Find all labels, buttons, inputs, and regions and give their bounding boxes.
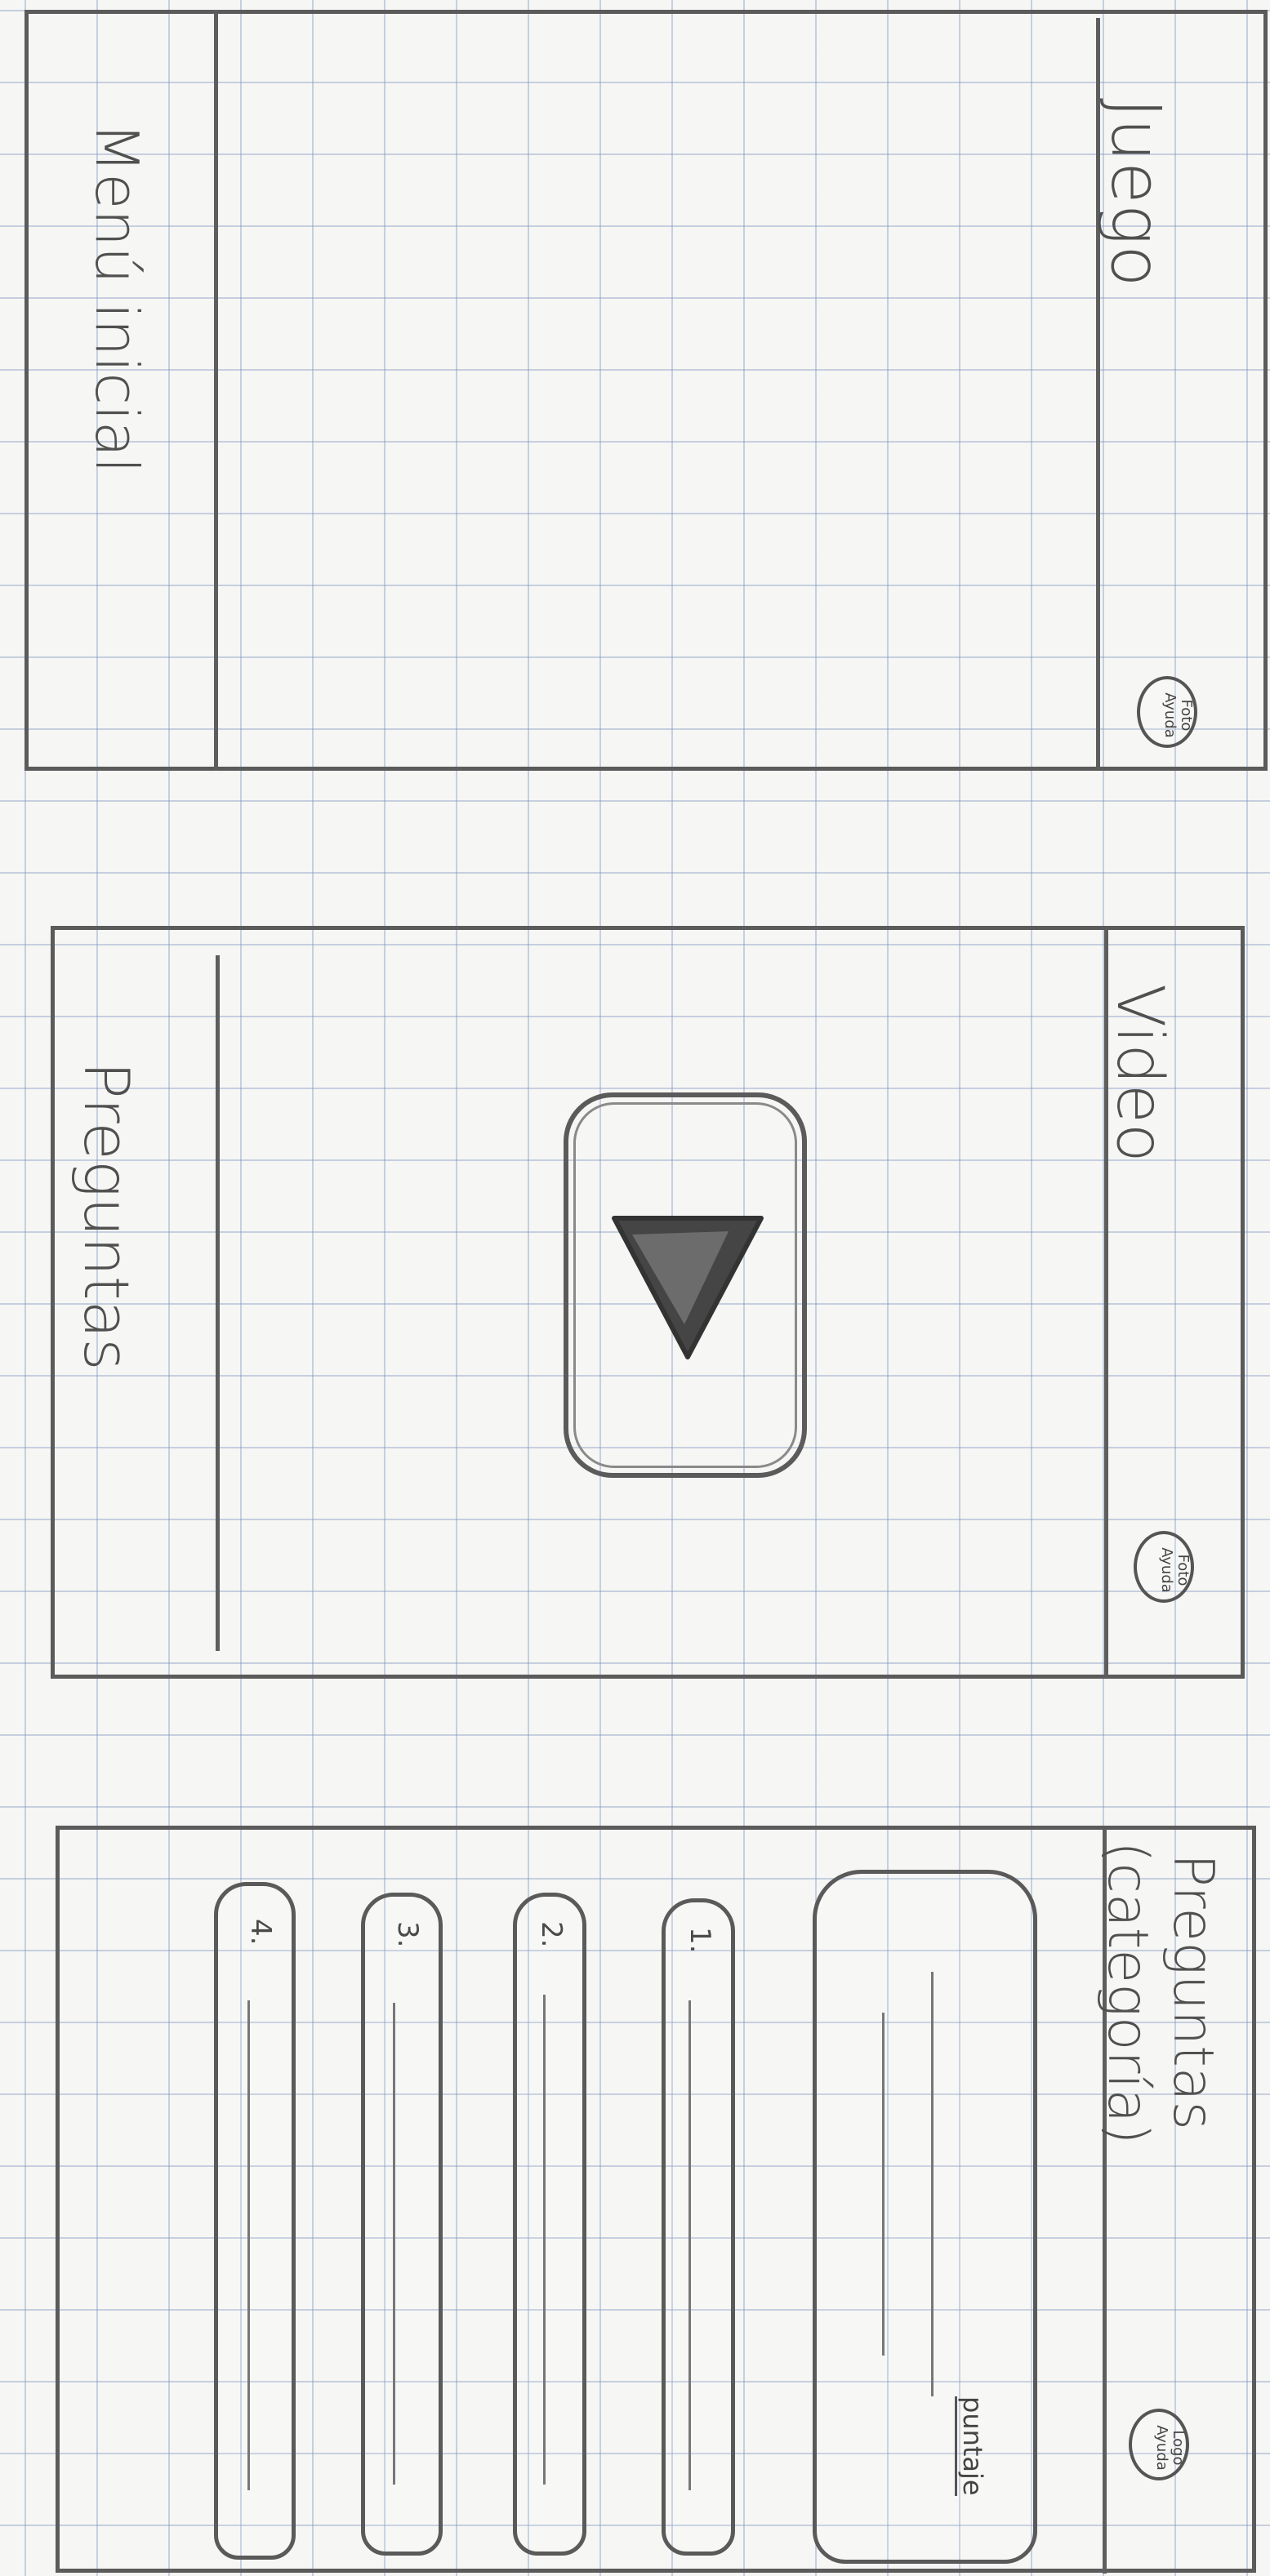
screen-video-title: Video	[1103, 984, 1176, 1163]
help-photo-button[interactable]: Foto Ayuda	[1137, 676, 1197, 748]
help-logo-button[interactable]: Logo Ayuda	[1129, 2409, 1189, 2480]
answer-option-3-text	[393, 2003, 395, 2485]
help-logo-button-label: Logo Ayuda	[1153, 2425, 1187, 2471]
answer-option-3[interactable]: 3.	[361, 1893, 443, 2556]
screen-video-footer-divider	[216, 955, 220, 1651]
help-photo-button-video[interactable]: Foto Ayuda	[1134, 1531, 1194, 1603]
answer-option-1-text	[688, 2000, 691, 2490]
screen-juego-title: Juego	[1096, 98, 1176, 287]
question-text-line-2	[882, 2013, 885, 2356]
answer-option-2-text	[543, 1995, 546, 2485]
sketch-sheet: Juego Menú inicial Foto Ayuda Video Preg…	[0, 0, 1270, 2576]
score-label: puntaje	[955, 2396, 988, 2496]
screen-juego-menu-divider	[214, 10, 218, 771]
help-photo-button-video-label: Foto Ayuda	[1158, 1547, 1192, 1593]
screen-preguntas-title: Preguntas	[1161, 1853, 1225, 2130]
play-icon[interactable]	[606, 1210, 769, 1373]
answer-option-4-label: 4.	[244, 1919, 277, 1946]
answer-option-4[interactable]: 4.	[214, 1882, 296, 2560]
answer-option-3-label: 3.	[391, 1921, 424, 1948]
screen-juego	[25, 10, 1268, 771]
question-text-line	[931, 1972, 934, 2396]
preguntas-link[interactable]: Preguntas	[70, 1061, 143, 1371]
answer-option-1[interactable]: 1.	[662, 1898, 735, 2556]
answer-option-4-text	[247, 2000, 250, 2490]
answer-option-2-label: 2.	[535, 1921, 568, 1948]
video-player[interactable]	[564, 1092, 807, 1478]
answer-option-2[interactable]: 2.	[513, 1893, 586, 2556]
question-box: puntaje	[813, 1870, 1037, 2564]
help-photo-button-label: Foto Ayuda	[1161, 692, 1195, 738]
answer-option-1-label: 1.	[684, 1927, 716, 1954]
screen-preguntas-category: (categoría)	[1095, 1841, 1160, 2145]
menu-inicial-label[interactable]: Menú inicial	[82, 122, 151, 474]
